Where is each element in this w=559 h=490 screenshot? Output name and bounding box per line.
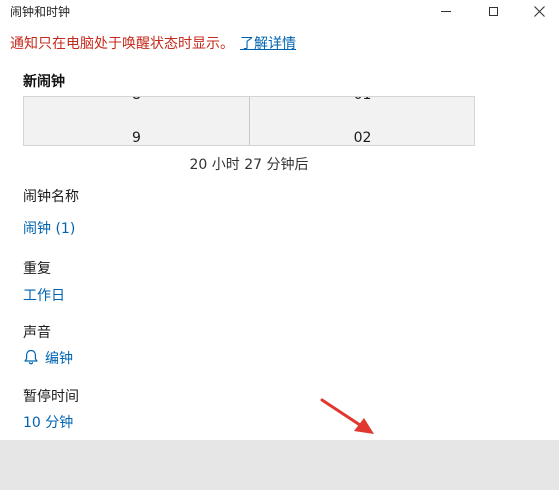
hour-picker[interactable]: 8 9 xyxy=(24,97,249,145)
repeat-label: 重复 xyxy=(23,261,51,277)
minimize-button[interactable] xyxy=(428,0,464,22)
minimize-icon xyxy=(441,10,451,12)
minute-value: 02 xyxy=(353,130,372,145)
title-bar: 闹钟和时钟 xyxy=(0,0,559,24)
hour-previous-value: 8 xyxy=(24,97,249,103)
hour-value: 9 xyxy=(132,130,141,145)
learn-more-link[interactable]: 了解详情 xyxy=(240,36,296,52)
repeat-selector[interactable]: 工作日 xyxy=(23,285,65,305)
time-remaining: 20 小时 27 分钟后 xyxy=(189,157,309,173)
close-icon xyxy=(533,5,545,17)
time-picker[interactable]: 8 9 01 02 xyxy=(23,96,475,146)
snooze-label: 暂停时间 xyxy=(23,389,79,405)
notice-banner: 通知只在电脑处于唤醒状态时显示。 了解详情 xyxy=(10,33,296,53)
window-title: 闹钟和时钟 xyxy=(10,5,71,19)
snooze-selector[interactable]: 10 分钟 xyxy=(23,412,73,432)
new-alarm-title: 新闹钟 xyxy=(23,74,65,90)
maximize-button[interactable] xyxy=(475,0,511,22)
alarm-name-label: 闹钟名称 xyxy=(23,189,79,205)
sound-selector[interactable]: 编钟 xyxy=(23,348,73,368)
close-button[interactable] xyxy=(521,0,557,22)
annotation-arrow-icon xyxy=(320,398,374,434)
alarm-name-field[interactable]: 闹钟 (1) xyxy=(23,218,75,238)
sound-value: 编钟 xyxy=(45,351,73,367)
notice-text: 通知只在电脑处于唤醒状态时显示。 xyxy=(10,36,234,52)
sound-label: 声音 xyxy=(23,325,51,341)
bottom-command-bar xyxy=(0,440,559,490)
bell-icon xyxy=(24,349,38,365)
minute-picker[interactable]: 01 02 xyxy=(250,97,475,145)
minute-previous-value: 01 xyxy=(250,97,475,103)
maximize-icon xyxy=(488,6,498,16)
